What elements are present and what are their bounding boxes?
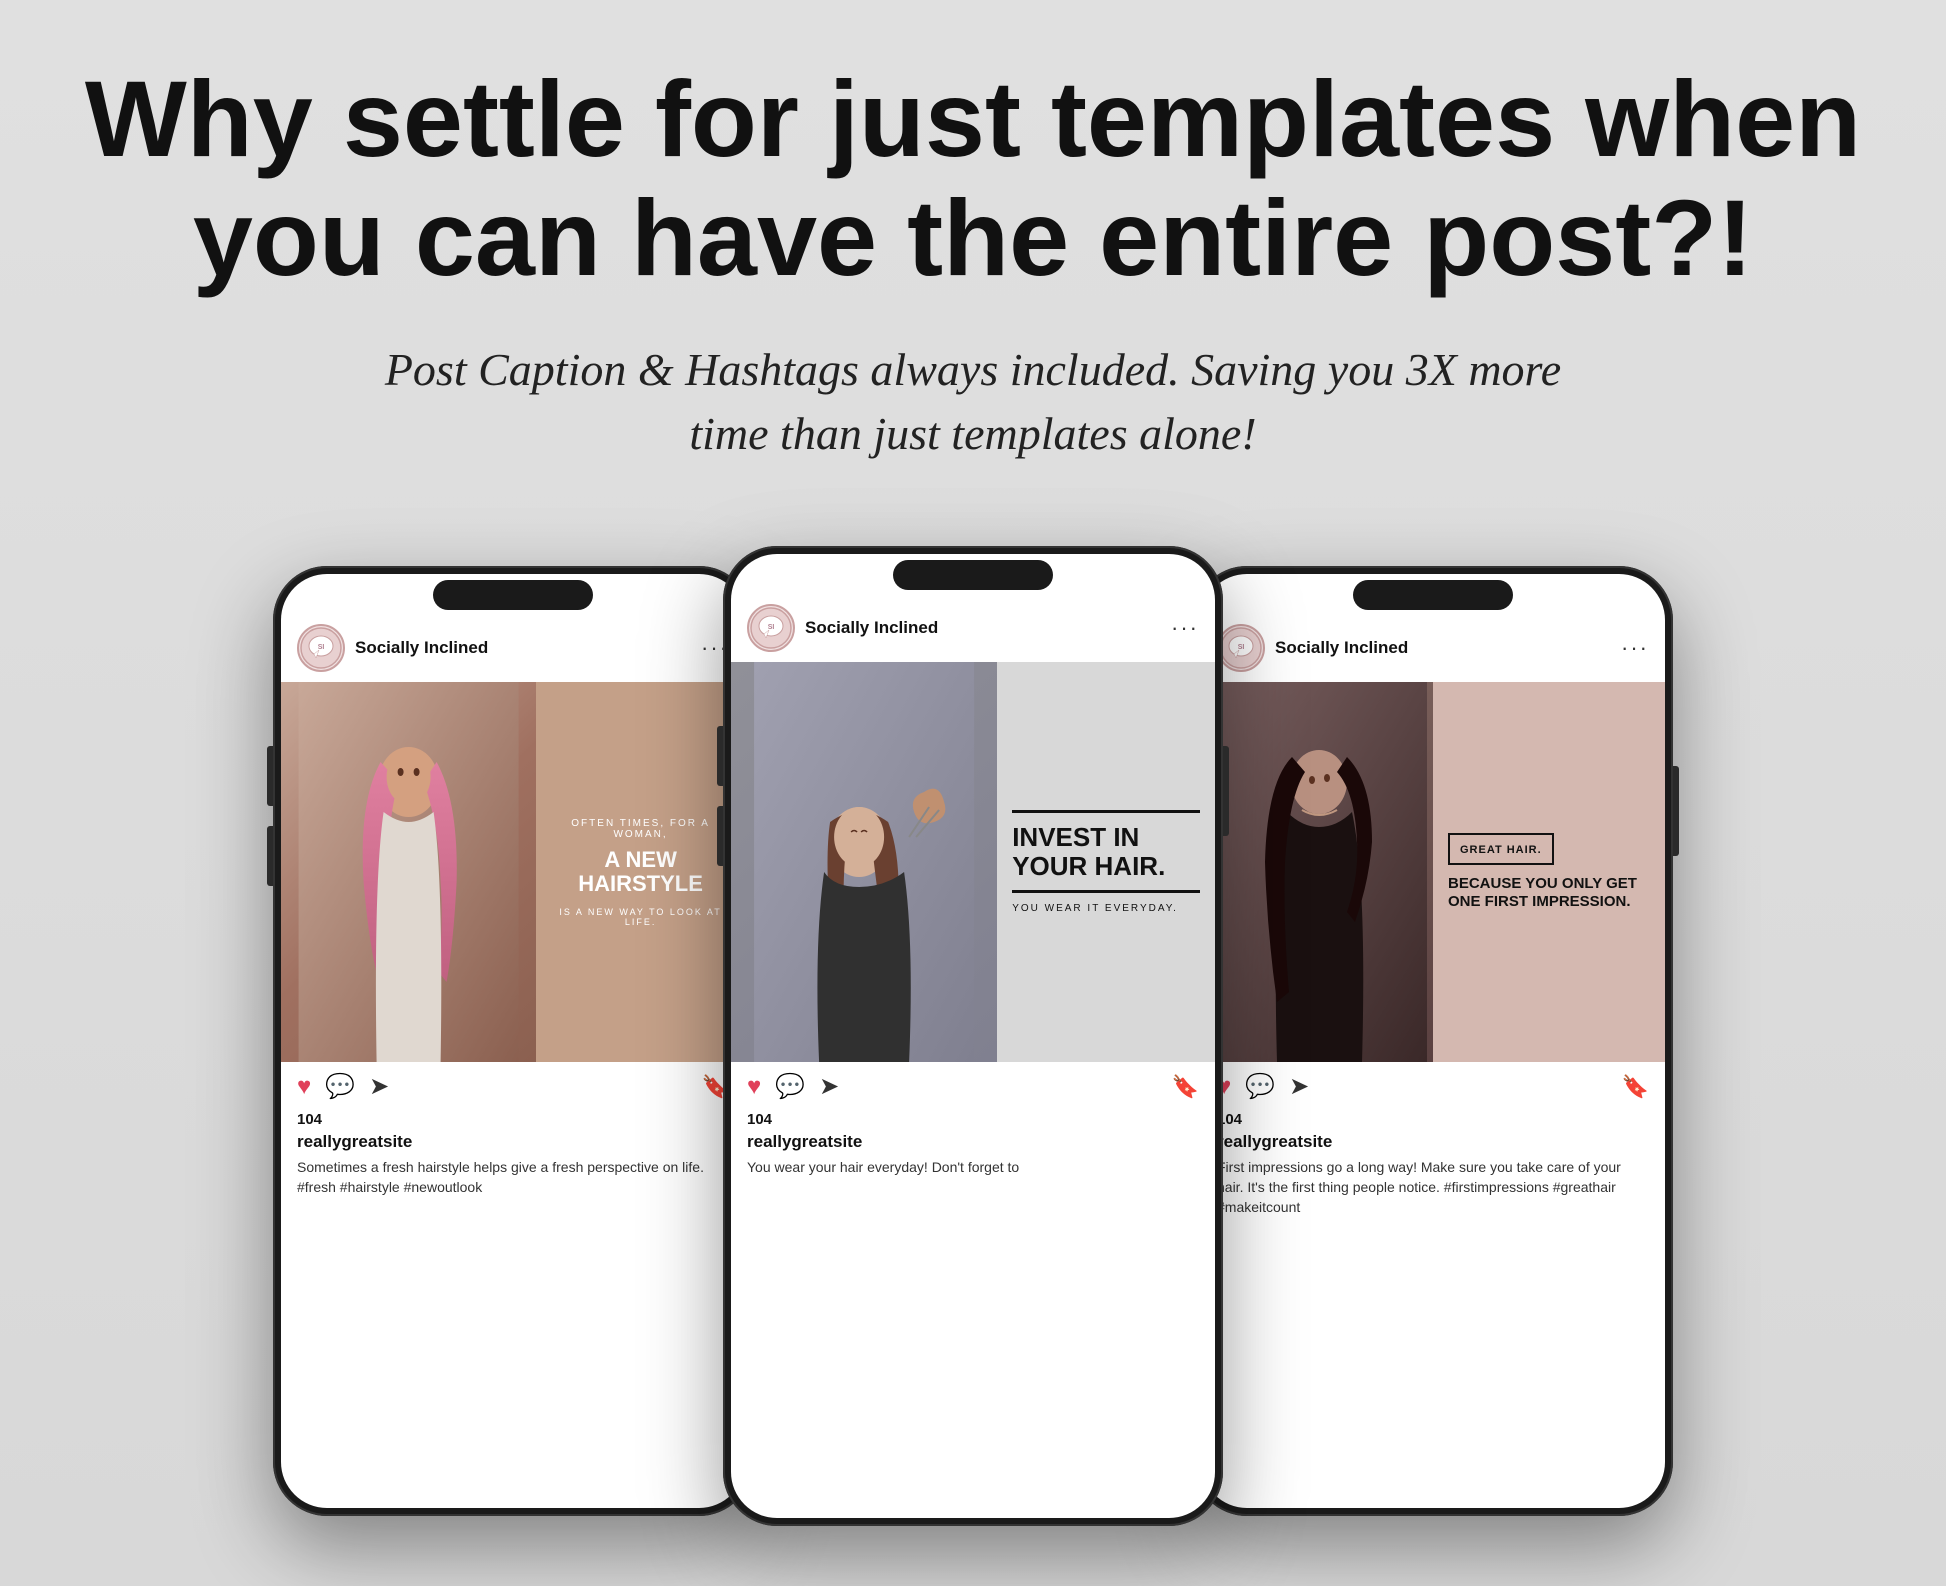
post-img-center: INVEST IN YOUR HAIR. YOU WEAR IT EVERYDA… <box>731 662 1215 1062</box>
phones-container: SI Socially Inclined ··· <box>80 546 1866 1526</box>
woman-figure-right <box>1201 682 1433 1062</box>
ig-caption-left: Sometimes a fresh hairstyle helps give a… <box>281 1156 745 1207</box>
share-icon-center[interactable]: ➤ <box>819 1072 839 1101</box>
post-img-right-photo <box>1201 682 1433 1062</box>
ig-likes-right: 104 <box>1201 1111 1665 1128</box>
bookmark-icon-right[interactable]: 🔖 <box>1622 1074 1649 1100</box>
ig-actions-center: ♥ 💬 ➤ 🔖 <box>731 1062 1215 1111</box>
post-img-right-text: GREAT HAIR. BECAUSE YOU ONLY GET ONE FIR… <box>1433 682 1665 1062</box>
post-img-left: OFTEN TIMES, FOR A WOMAN, A NEW HAIRSTYL… <box>281 682 745 1062</box>
phone-btn-power-right <box>1673 766 1679 856</box>
post-text-big-left: A NEW HAIRSTYLE <box>551 848 730 896</box>
ig-username-left: Socially Inclined <box>355 638 488 658</box>
post-text-sub-left: IS A NEW WAY TO LOOK AT LIFE. <box>551 907 730 927</box>
ig-actions-center-icons: ♥ 💬 ➤ <box>747 1072 839 1101</box>
phone-btn-volume2-center <box>717 806 723 866</box>
ig-header-left-group: SI Socially Inclined <box>297 624 488 672</box>
phone-left: SI Socially Inclined ··· <box>273 566 753 1516</box>
post-img-center-photo <box>731 662 997 1062</box>
logo-svg-right: SI <box>1219 626 1263 670</box>
woman-figure-left <box>281 682 536 1062</box>
ig-header-left: SI Socially Inclined ··· <box>281 614 745 682</box>
comment-icon-left[interactable]: 💬 <box>325 1072 355 1101</box>
post-text-small-left: OFTEN TIMES, FOR A WOMAN, <box>551 818 730 840</box>
ig-actions-right: ♥ 💬 ➤ 🔖 <box>1201 1062 1665 1111</box>
ig-account-right[interactable]: reallygreatsite <box>1201 1128 1665 1156</box>
share-icon-right[interactable]: ➤ <box>1289 1072 1309 1101</box>
phone-btn-volume1-left <box>267 746 273 806</box>
ig-likes-center: 104 <box>731 1111 1215 1128</box>
great-hair-label: GREAT HAIR. <box>1460 844 1542 856</box>
phone-btn-volume1-center <box>717 726 723 786</box>
svg-text:SI: SI <box>768 624 775 631</box>
ig-post-center: SI Socially Inclined ··· <box>731 554 1215 1518</box>
svg-text:SI: SI <box>318 644 325 651</box>
phone-btn-power-center <box>1223 746 1229 836</box>
logo-svg-center: SI <box>749 606 793 650</box>
phone-notch-right <box>1353 580 1513 610</box>
ig-account-left[interactable]: reallygreatsite <box>281 1128 745 1156</box>
phone-inner-left: SI Socially Inclined ··· <box>281 574 745 1508</box>
post-img-center-text: INVEST IN YOUR HAIR. YOU WEAR IT EVERYDA… <box>997 662 1215 1062</box>
like-icon-center[interactable]: ♥ <box>747 1073 761 1101</box>
post-img-left-photo <box>281 682 536 1062</box>
share-icon-left[interactable]: ➤ <box>369 1072 389 1101</box>
ig-username-center: Socially Inclined <box>805 618 938 638</box>
ig-dots-right[interactable]: ··· <box>1621 635 1649 661</box>
phone-notch-left <box>433 580 593 610</box>
phone-inner-center: SI Socially Inclined ··· <box>731 554 1215 1518</box>
like-icon-left[interactable]: ♥ <box>297 1073 311 1101</box>
phone-inner-right: SI Socially Inclined ··· <box>1201 574 1665 1508</box>
ig-caption-center: You wear your hair everyday! Don't forge… <box>731 1156 1215 1188</box>
post-img-left-text: OFTEN TIMES, FOR A WOMAN, A NEW HAIRSTYL… <box>536 682 745 1062</box>
ig-header-center-group: SI Socially Inclined <box>747 604 938 652</box>
ig-actions-left: ♥ 💬 ➤ 🔖 <box>281 1062 745 1111</box>
subheadline: Post Caption & Hashtags always included.… <box>373 338 1573 467</box>
ig-image-area-right: GREAT HAIR. BECAUSE YOU ONLY GET ONE FIR… <box>1201 682 1665 1062</box>
great-hair-box: GREAT HAIR. <box>1448 833 1554 865</box>
hair-styling-figure <box>731 662 997 1062</box>
phone-right: SI Socially Inclined ··· <box>1193 566 1673 1516</box>
ig-avatar-left: SI <box>297 624 345 672</box>
comment-icon-right[interactable]: 💬 <box>1245 1072 1275 1101</box>
page-container: Why settle for just templates when you c… <box>0 0 1946 1586</box>
phone-notch-center <box>893 560 1053 590</box>
ig-dots-center[interactable]: ··· <box>1171 615 1199 641</box>
headline: Why settle for just templates when you c… <box>83 60 1863 298</box>
ig-actions-right-icons: ♥ 💬 ➤ <box>1217 1072 1309 1101</box>
phone-btn-volume2-left <box>267 826 273 886</box>
ig-post-right: SI Socially Inclined ··· <box>1201 574 1665 1508</box>
ig-image-area-center: INVEST IN YOUR HAIR. YOU WEAR IT EVERYDA… <box>731 662 1215 1062</box>
ig-avatar-center: SI <box>747 604 795 652</box>
phone-center: SI Socially Inclined ··· <box>723 546 1223 1526</box>
svg-text:SI: SI <box>1238 644 1245 651</box>
ig-header-right-group: SI Socially Inclined <box>1217 624 1408 672</box>
comment-icon-center[interactable]: 💬 <box>775 1072 805 1101</box>
invest-text-small: YOU WEAR IT EVERYDAY. <box>1012 903 1200 914</box>
ig-post-left: SI Socially Inclined ··· <box>281 574 745 1508</box>
ig-caption-right: First impressions go a long way! Make su… <box>1201 1156 1665 1227</box>
ig-header-center: SI Socially Inclined ··· <box>731 594 1215 662</box>
bookmark-icon-center[interactable]: 🔖 <box>1172 1074 1199 1100</box>
post-img-right: GREAT HAIR. BECAUSE YOU ONLY GET ONE FIR… <box>1201 682 1665 1062</box>
invest-text-big: INVEST IN YOUR HAIR. <box>1012 810 1200 893</box>
ig-likes-left: 104 <box>281 1111 745 1128</box>
ig-account-center[interactable]: reallygreatsite <box>731 1128 1215 1156</box>
logo-svg-left: SI <box>299 626 343 670</box>
ig-avatar-right: SI <box>1217 624 1265 672</box>
ig-username-right: Socially Inclined <box>1275 638 1408 658</box>
ig-image-area-left: OFTEN TIMES, FOR A WOMAN, A NEW HAIRSTYL… <box>281 682 745 1062</box>
ig-header-right: SI Socially Inclined ··· <box>1201 614 1665 682</box>
ig-actions-left-icons: ♥ 💬 ➤ <box>297 1072 389 1101</box>
great-hair-text: BECAUSE YOU ONLY GET ONE FIRST IMPRESSIO… <box>1448 875 1650 911</box>
